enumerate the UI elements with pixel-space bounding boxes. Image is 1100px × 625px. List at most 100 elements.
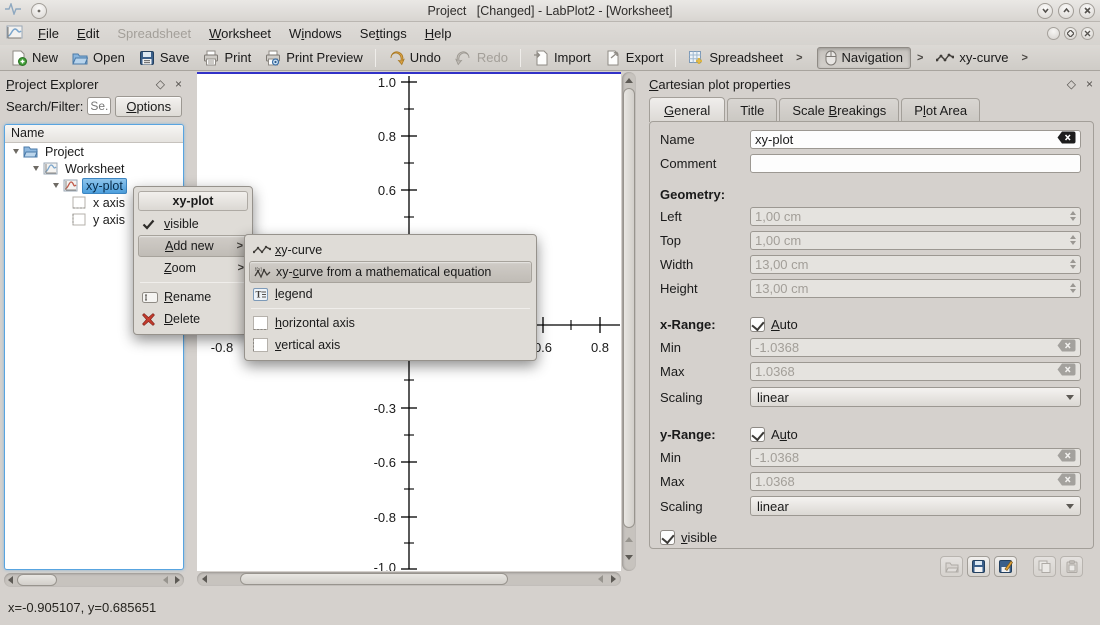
xy-curve-button[interactable]: xy-curve xyxy=(929,48,1015,67)
svg-text:T: T xyxy=(256,289,262,299)
app-pulse-icon xyxy=(5,3,21,18)
save-button[interactable]: Save xyxy=(132,48,197,68)
visible-checkbox[interactable] xyxy=(660,530,675,545)
expander-icon[interactable] xyxy=(11,147,20,156)
tab-general[interactable]: General xyxy=(649,97,725,122)
y-auto-checkbox[interactable] xyxy=(750,427,765,442)
delete-icon xyxy=(142,313,164,326)
submenu-item-legend[interactable]: T legend xyxy=(249,283,532,305)
worksheet-vscrollbar[interactable] xyxy=(622,72,636,571)
visible-label: visible xyxy=(681,530,717,545)
spin-arrows-icon xyxy=(1070,235,1076,245)
tab-plot-area[interactable]: Plot Area xyxy=(901,98,980,121)
maximize-button[interactable] xyxy=(1058,3,1074,19)
top-spinbox xyxy=(750,231,1081,250)
scroll-right-arrow[interactable] xyxy=(172,575,182,585)
tab-scale-breakings[interactable]: Scale Breakings xyxy=(779,98,899,121)
scroll-up-arrow[interactable] xyxy=(624,534,634,544)
print-button[interactable]: Print xyxy=(196,48,258,68)
mdi-restore-button[interactable] xyxy=(1064,27,1077,40)
menu-item-zoom[interactable]: Zoom > xyxy=(138,257,248,279)
scroll-left-arrow[interactable] xyxy=(5,575,15,585)
project-tree-hscrollbar[interactable] xyxy=(4,573,184,587)
menu-item-rename[interactable]: Rename xyxy=(138,286,248,308)
comment-field[interactable] xyxy=(750,154,1081,173)
import-button[interactable]: Import xyxy=(526,48,598,68)
menu-worksheet[interactable]: Worksheet xyxy=(200,23,280,44)
undo-button[interactable]: Undo xyxy=(381,48,448,68)
submenu-item-xy-curve[interactable]: xy-curve xyxy=(249,239,532,261)
save-as-template-button[interactable] xyxy=(994,556,1017,577)
tab-title[interactable]: Title xyxy=(727,98,777,121)
tree-item-project[interactable]: Project xyxy=(5,143,183,160)
menu-item-add-new[interactable]: Add new > xyxy=(138,235,248,257)
dock-close-icon[interactable]: × xyxy=(1086,77,1093,91)
toolbar-extension-arrow[interactable]: > xyxy=(911,52,929,64)
navigation-button[interactable]: Navigation xyxy=(817,47,911,69)
menu-file[interactable]: File xyxy=(29,23,68,44)
x-auto-checkbox[interactable] xyxy=(750,317,765,332)
name-field[interactable] xyxy=(750,130,1081,149)
scroll-right-arrow[interactable] xyxy=(608,574,618,584)
scroll-left-arrow[interactable] xyxy=(160,575,170,585)
worksheet-hscrollbar[interactable] xyxy=(197,572,621,586)
scroll-left-arrow[interactable] xyxy=(199,574,209,584)
mdi-minimize-button[interactable] xyxy=(1047,27,1060,40)
dock-float-icon[interactable]: ◇ xyxy=(156,77,165,91)
window-menu-button[interactable] xyxy=(31,3,47,19)
scroll-left-arrow[interactable] xyxy=(595,574,605,584)
name-input[interactable] xyxy=(755,132,1053,147)
tree-column-header[interactable]: Name xyxy=(5,125,183,143)
plot-properties-panel: Cartesian plot properties ◇ × General Ti… xyxy=(645,74,1097,590)
close-button[interactable] xyxy=(1079,3,1095,19)
toolbar-extension-arrow[interactable]: > xyxy=(790,52,808,64)
dock-close-icon[interactable]: × xyxy=(175,77,182,91)
clear-field-icon[interactable] xyxy=(1057,131,1076,147)
spreadsheet-button[interactable]: Spreadsheet xyxy=(681,48,790,68)
scroll-thumb[interactable] xyxy=(240,573,508,585)
export-button[interactable]: Export xyxy=(598,48,671,68)
geometry-heading: Geometry: xyxy=(660,187,725,202)
mouse-icon xyxy=(825,50,837,66)
x-scaling-combobox[interactable]: linear xyxy=(750,387,1081,407)
expander-icon[interactable] xyxy=(51,181,60,190)
submenu-item-horizontal-axis[interactable]: horizontal axis xyxy=(249,312,532,334)
new-button[interactable]: New xyxy=(4,48,65,68)
scroll-up-arrow[interactable] xyxy=(624,75,634,85)
y-scaling-combobox[interactable]: linear xyxy=(750,496,1081,516)
open-folder-icon xyxy=(72,50,88,66)
y-auto-label: Auto xyxy=(771,427,798,442)
toolbar-separator xyxy=(675,49,676,67)
properties-titlebar: Cartesian plot properties ◇ × xyxy=(645,74,1097,94)
scroll-thumb[interactable] xyxy=(17,574,57,586)
paste-properties-button xyxy=(1060,556,1083,577)
menu-bar: File Edit Spreadsheet Worksheet Windows … xyxy=(0,22,1100,45)
menu-windows[interactable]: Windows xyxy=(280,23,351,44)
menu-settings[interactable]: Settings xyxy=(351,23,416,44)
scroll-thumb[interactable] xyxy=(623,88,635,528)
export-icon xyxy=(605,50,621,66)
menu-item-delete[interactable]: Delete xyxy=(138,308,248,330)
print-preview-button[interactable]: Print Preview xyxy=(258,48,370,68)
submenu-item-xy-curve-equation[interactable]: f(x) xy-curve from a mathematical equati… xyxy=(249,261,532,283)
menu-help[interactable]: Help xyxy=(416,23,461,44)
submenu-item-vertical-axis[interactable]: vertical axis xyxy=(249,334,532,356)
comment-input[interactable] xyxy=(755,156,1076,171)
mdi-close-button[interactable] xyxy=(1081,27,1094,40)
dock-float-icon[interactable]: ◇ xyxy=(1067,77,1076,91)
search-filter-row: Search/Filter: Options xyxy=(2,94,186,118)
menu-item-visible[interactable]: visible xyxy=(138,213,248,235)
save-template-button[interactable] xyxy=(967,556,990,577)
options-button[interactable]: Options xyxy=(115,96,182,117)
menu-edit[interactable]: Edit xyxy=(68,23,108,44)
scroll-down-arrow[interactable] xyxy=(624,552,634,562)
minimize-button[interactable] xyxy=(1037,3,1053,19)
search-input[interactable] xyxy=(87,97,111,115)
spin-arrows-icon xyxy=(1070,259,1076,269)
toolbar-extension-arrow[interactable]: > xyxy=(1016,52,1034,64)
menu-spreadsheet: Spreadsheet xyxy=(108,23,200,44)
y-tick-label: -0.3 xyxy=(374,401,396,416)
tree-item-worksheet[interactable]: Worksheet xyxy=(5,160,183,177)
expander-icon[interactable] xyxy=(31,164,40,173)
open-button[interactable]: Open xyxy=(65,48,132,68)
